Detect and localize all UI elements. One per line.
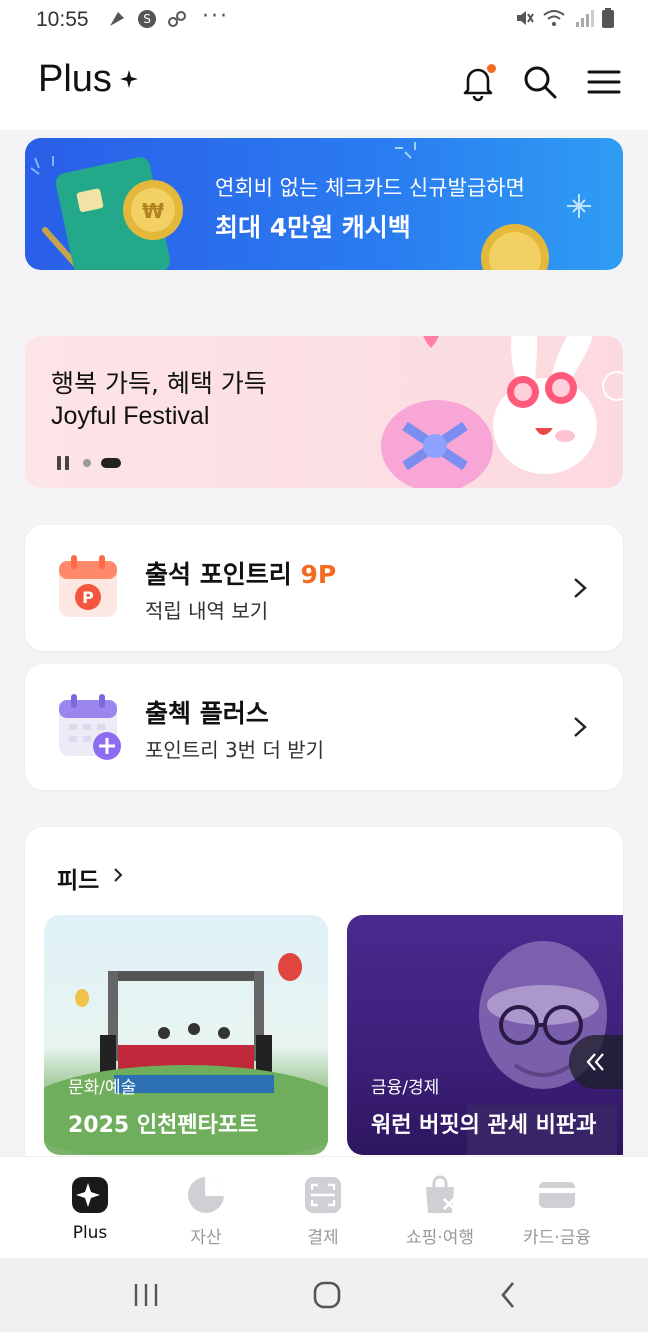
feed-scroll-left-button[interactable] xyxy=(569,1035,623,1089)
system-navigation-bar xyxy=(0,1258,648,1332)
calendar-points-icon: P xyxy=(59,555,117,617)
nav-tab-payment[interactable]: 결제 xyxy=(268,1175,378,1248)
festival-headline: 행복 가득, 혜택 가득 xyxy=(51,369,267,398)
signal-icon xyxy=(576,10,594,27)
feed-card-festival[interactable]: 문화/예술 2025 인천펜타포트 xyxy=(44,915,328,1155)
checkin-plus-card[interactable]: 출첵 플러스 포인트리 3번 더 받기 xyxy=(25,664,623,790)
attendance-points-value: 9P xyxy=(300,560,337,589)
nav-label: 자산 xyxy=(190,1228,222,1248)
search-button[interactable] xyxy=(520,62,560,102)
festival-subheadline: Joyful Festival xyxy=(51,402,210,430)
carousel-dot-active[interactable] xyxy=(101,458,121,468)
app-header: Plus xyxy=(0,40,648,130)
attendance-title: 출석 포인트리 9P xyxy=(145,560,337,589)
wifi-icon xyxy=(543,10,565,26)
status-system-icons xyxy=(514,8,614,28)
nav-label: 결제 xyxy=(307,1228,339,1248)
status-notification-icons: S xyxy=(106,8,188,30)
feed-card-category: 금융/경제 xyxy=(371,1078,440,1098)
nav-tab-plus[interactable]: Plus xyxy=(35,1175,145,1243)
chevron-right-icon xyxy=(574,717,587,737)
notification-button[interactable] xyxy=(458,62,498,102)
nav-label: 카드·금융 xyxy=(523,1228,591,1248)
feed-title[interactable]: 피드 xyxy=(57,861,99,895)
back-icon[interactable] xyxy=(498,1280,518,1310)
home-icon[interactable] xyxy=(312,1280,342,1310)
link-icon xyxy=(168,11,186,27)
hamburger-menu-icon xyxy=(587,70,621,94)
status-bar: 10:55 S ··· xyxy=(0,0,648,40)
nav-label: Plus xyxy=(72,1223,108,1243)
carousel-pause-button[interactable] xyxy=(55,456,71,470)
plus-sparkle-icon xyxy=(72,1177,108,1213)
calendar-plus-icon xyxy=(59,694,121,760)
check-card-promo-banner[interactable]: ₩ 연회비 없는 체크카드 신규발급하면 최대 4만원 캐시백 xyxy=(25,138,623,270)
checkin-plus-subtitle: 포인트리 3번 더 받기 xyxy=(145,738,324,762)
feed-card-title: 워런 버핏의 관세 비판과 xyxy=(371,1113,597,1138)
scan-pay-icon xyxy=(305,1177,341,1213)
status-time: 10:55 xyxy=(36,8,89,31)
nav-tab-assets[interactable]: 자산 xyxy=(151,1175,261,1248)
nav-tab-card-finance[interactable]: 카드·금융 xyxy=(502,1175,612,1248)
feed-card-category: 문화/예술 xyxy=(68,1078,137,1098)
nav-label: 쇼핑·여행 xyxy=(406,1228,474,1248)
app-notification-icon xyxy=(110,12,124,26)
svg-text:₩: ₩ xyxy=(142,199,164,223)
attendance-points-card[interactable]: P 출석 포인트리 9P 적립 내역 보기 xyxy=(25,525,623,651)
recent-apps-icon[interactable] xyxy=(132,1282,160,1308)
bunny-mascot-illustration xyxy=(381,336,623,488)
feed-card-buffett[interactable]: 금융/경제 워런 버핏의 관세 비판과 xyxy=(347,915,623,1155)
svg-text:P: P xyxy=(82,588,94,607)
notification-badge xyxy=(487,64,496,73)
double-chevron-left-icon xyxy=(586,1053,604,1071)
joyful-festival-banner[interactable]: 행복 가득, 혜택 가득 Joyful Festival xyxy=(25,336,623,488)
feed-section: 피드 문화/예술 2025 인천펜타포트 금융/경제 워런 버핏의 관세 비판과 xyxy=(25,827,623,1187)
banner-promo-line1: 연회비 없는 체크카드 신규발급하면 xyxy=(215,176,525,200)
s-badge-icon: S xyxy=(138,10,156,28)
bottom-navigation: Plus 자산 결제 쇼핑·여행 카드·금융 xyxy=(0,1156,648,1258)
shopping-bag-icon xyxy=(426,1175,456,1213)
mute-icon xyxy=(517,11,534,25)
battery-icon xyxy=(602,8,614,28)
search-icon xyxy=(524,66,557,99)
chevron-right-icon xyxy=(574,578,587,598)
nav-tab-shopping-travel[interactable]: 쇼핑·여행 xyxy=(385,1175,495,1248)
attendance-subtitle: 적립 내역 보기 xyxy=(145,599,269,623)
menu-button[interactable] xyxy=(584,62,624,102)
feed-card-title: 2025 인천펜타포트 xyxy=(68,1113,259,1138)
banner-promo-line2: 최대 4만원 캐시백 xyxy=(215,213,411,242)
card-coin-illustration: ₩ xyxy=(30,142,591,270)
svg-text:S: S xyxy=(143,12,151,26)
pie-chart-icon xyxy=(188,1177,224,1213)
sparkle-icon xyxy=(120,70,138,88)
page-title: Plus xyxy=(38,58,112,100)
carousel-dot[interactable] xyxy=(83,459,91,467)
credit-card-icon xyxy=(539,1182,575,1208)
status-more-dots: ··· xyxy=(202,4,229,29)
chevron-right-icon[interactable] xyxy=(113,867,123,883)
checkin-plus-title: 출첵 플러스 xyxy=(145,699,269,728)
